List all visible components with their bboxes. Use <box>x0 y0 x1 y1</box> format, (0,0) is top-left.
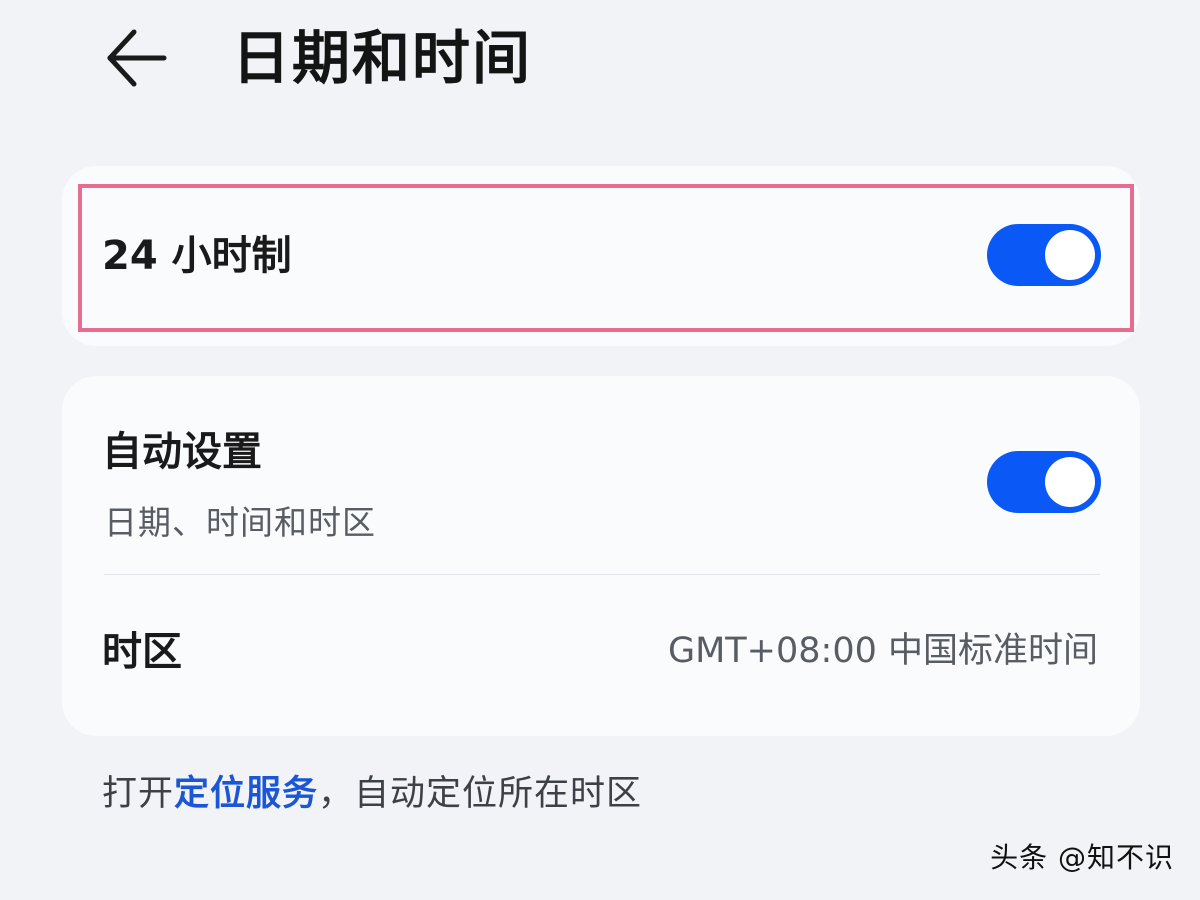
auto-set-label: 自动设置 <box>102 429 262 475</box>
toggle-knob <box>1045 230 1095 280</box>
watermark: 头条 @知不识 <box>990 841 1174 874</box>
divider <box>104 574 1100 575</box>
location-service-link[interactable]: 定位服务 <box>174 774 318 814</box>
toggle-knob <box>1045 457 1095 507</box>
location-hint-suffix: ，自动定位所在时区 <box>318 774 643 814</box>
hour-format-toggle[interactable] <box>987 224 1101 286</box>
auto-set-toggle[interactable] <box>987 451 1101 513</box>
page-title: 日期和时间 <box>232 24 533 92</box>
timezone-label: 时区 <box>102 629 182 675</box>
arrow-left-icon <box>107 29 167 87</box>
back-button[interactable] <box>100 22 172 94</box>
location-hint-prefix: 打开 <box>102 774 175 814</box>
location-hint: 打开定位服务，自动定位所在时区 <box>102 770 642 818</box>
timezone-value: GMT+08:00 中国标准时间 <box>667 631 1098 671</box>
header-bar: 日期和时间 <box>0 0 1200 120</box>
hour-format-label: 24 小时制 <box>102 233 292 279</box>
auto-set-sublabel: 日期、时间和时区 <box>104 503 376 542</box>
